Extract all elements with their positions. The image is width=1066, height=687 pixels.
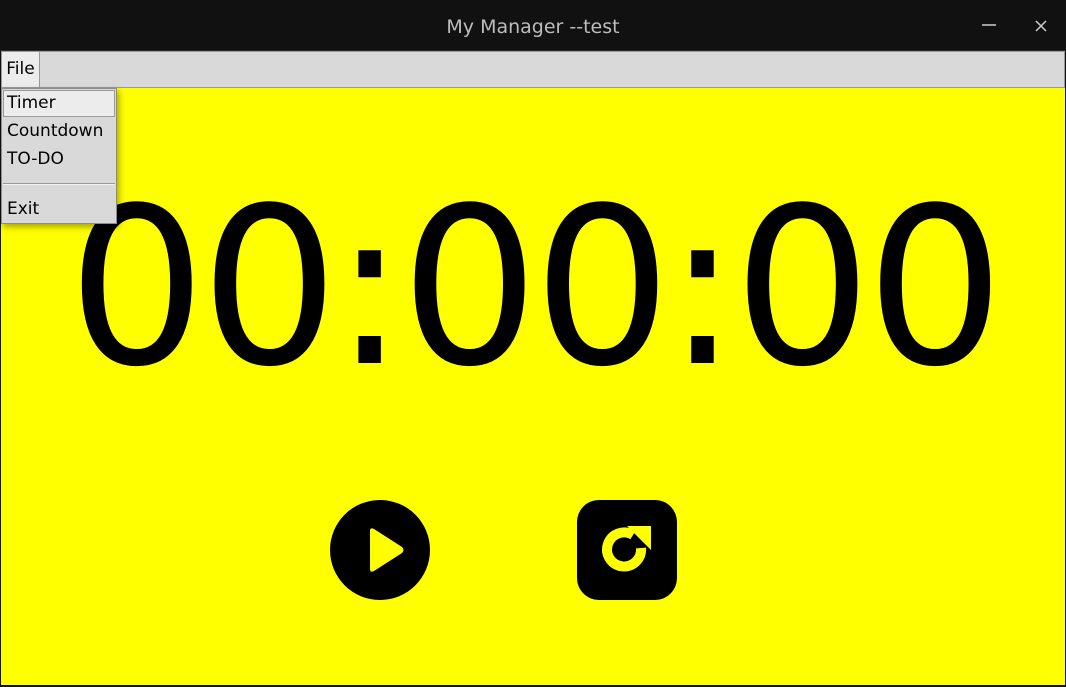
menu-separator xyxy=(3,183,115,185)
close-button[interactable] xyxy=(1027,12,1055,40)
window-title: My Manager --test xyxy=(446,16,620,38)
menu-bar: File xyxy=(1,51,1065,88)
timer-panel: 00:00:00 xyxy=(1,88,1065,685)
timer-display: 00:00:00 xyxy=(67,162,1004,415)
minimize-button[interactable] xyxy=(976,12,1004,40)
title-bar[interactable]: My Manager --test xyxy=(0,0,1066,51)
play-button[interactable] xyxy=(330,500,430,600)
close-icon xyxy=(1035,20,1047,32)
file-dropdown-menu: Timer Countdown TO-DO Exit xyxy=(1,88,117,224)
reset-icon xyxy=(577,500,677,600)
reset-button[interactable] xyxy=(577,500,677,600)
menu-item-countdown[interactable]: Countdown xyxy=(3,118,115,145)
menu-item-todo[interactable]: TO-DO xyxy=(3,146,115,173)
menu-item-timer[interactable]: Timer xyxy=(3,90,115,117)
minimize-icon xyxy=(982,24,996,26)
file-menu-button[interactable]: File xyxy=(2,52,40,87)
app-window: My Manager --test File 00:00:00 Timer Co… xyxy=(0,0,1066,687)
menu-item-exit[interactable]: Exit xyxy=(3,196,115,223)
play-icon xyxy=(330,500,430,600)
